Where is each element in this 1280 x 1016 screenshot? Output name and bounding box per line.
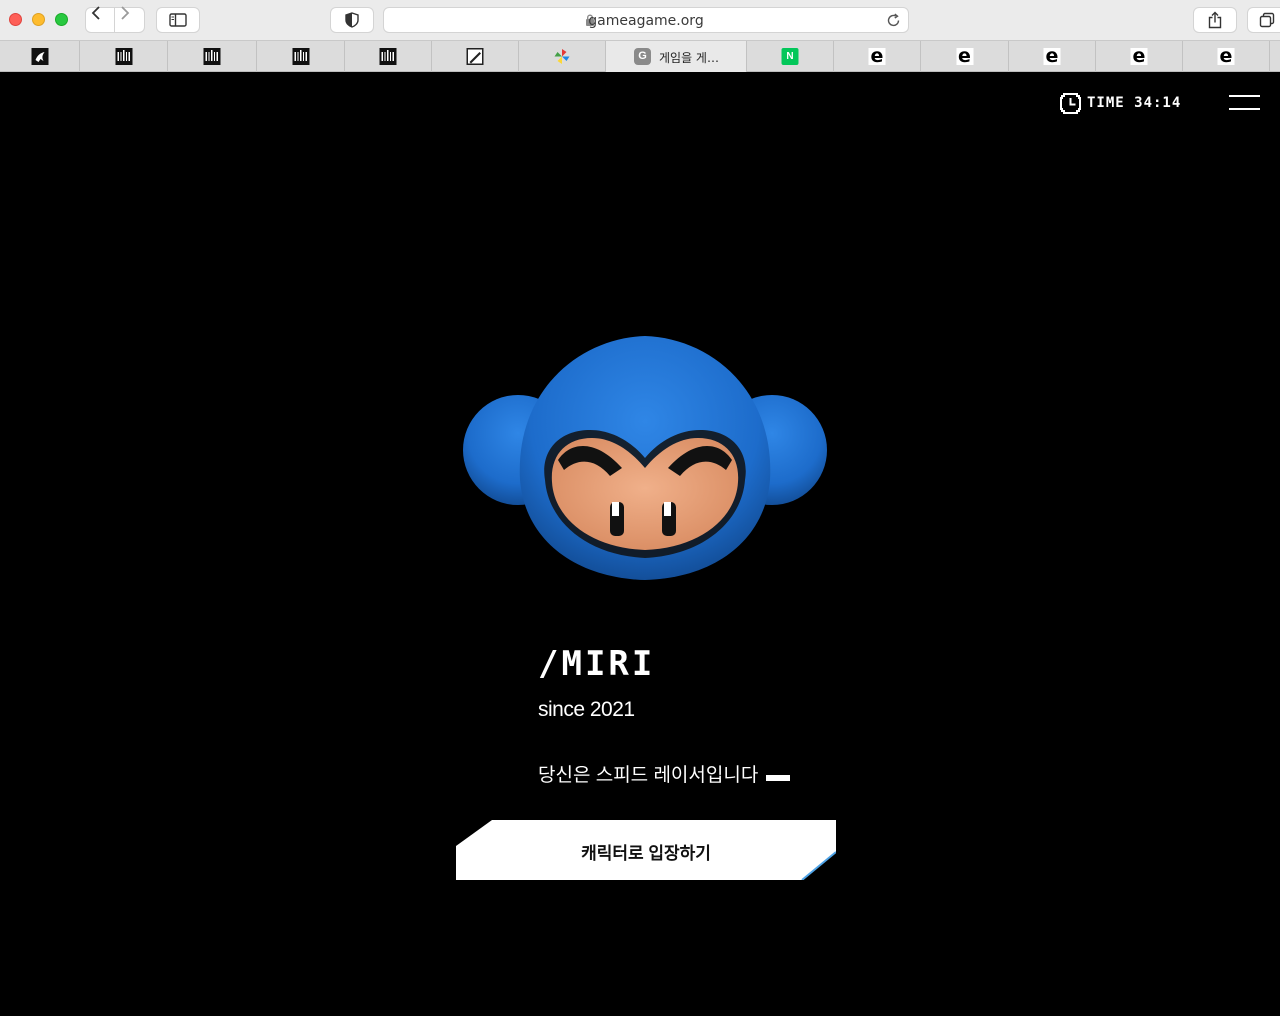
tab-9[interactable]: N <box>747 41 834 72</box>
barcode-favicon <box>292 48 309 65</box>
sidebar-toggle-button[interactable] <box>156 7 200 33</box>
menu-line-top <box>1229 95 1260 97</box>
address-bar[interactable]: gameagame.org <box>383 7 909 33</box>
sidebar-icon <box>169 13 187 27</box>
clock-icon <box>1060 92 1081 114</box>
minimize-window-button[interactable] <box>32 13 45 26</box>
tab-14[interactable]: e <box>1183 41 1270 72</box>
tab-3[interactable] <box>168 41 257 72</box>
tab-4[interactable] <box>257 41 345 72</box>
dark-bird-favicon <box>31 48 48 65</box>
tab-overview-button[interactable] <box>1247 7 1280 33</box>
tabs-icon <box>1259 12 1275 28</box>
tab-1[interactable] <box>0 41 80 72</box>
timer-text: TIME 34:14 <box>1087 95 1182 111</box>
enter-as-character-button[interactable]: 캐릭터로 입장하기 <box>456 820 836 880</box>
pinwheel-favicon <box>554 49 570 64</box>
naver-favicon: N <box>781 48 799 65</box>
chevron-right-icon <box>121 6 130 20</box>
session-timer: TIME 34:14 <box>1060 92 1181 114</box>
tab-12[interactable]: e <box>1009 41 1096 72</box>
browser-toolbar: gameagame.org <box>0 0 1280 40</box>
tab-10[interactable]: e <box>834 41 921 72</box>
share-button[interactable] <box>1193 7 1237 33</box>
e-favicon: e <box>1130 47 1148 66</box>
e-favicon: e <box>1217 47 1235 66</box>
navigation-buttons <box>85 6 145 33</box>
tab-5[interactable] <box>345 41 432 72</box>
description-text: 당신은 스피드 레이서입니다 <box>538 765 759 786</box>
e-favicon: e <box>1043 47 1061 66</box>
e-favicon: e <box>868 47 886 66</box>
tab-2[interactable] <box>80 41 168 72</box>
close-window-button[interactable] <box>9 13 22 26</box>
character-helmet-illustration <box>463 336 827 580</box>
fullscreen-window-button[interactable] <box>55 13 68 26</box>
privacy-report-button[interactable] <box>330 7 374 33</box>
menu-line-bottom <box>1229 108 1260 110</box>
hamburger-menu-button[interactable] <box>1229 95 1260 111</box>
chevron-left-icon <box>91 6 100 20</box>
character-description: 당신은 스피드 레이서입니다 <box>538 760 791 787</box>
g-favicon: G <box>634 48 651 65</box>
barcode-favicon <box>115 48 132 65</box>
page-content: TIME 34:14 /MIRI since 2021 당신은 스피드 레이서입… <box>0 72 1280 1016</box>
tab-8-active[interactable]: G 게임을 게… <box>606 41 747 72</box>
character-name: /MIRI <box>538 644 656 684</box>
forward-button[interactable] <box>116 6 145 32</box>
pen-favicon <box>466 48 484 65</box>
e-favicon: e <box>956 47 973 66</box>
back-button[interactable] <box>86 6 115 32</box>
url-text: gameagame.org <box>588 13 704 29</box>
share-icon <box>1208 11 1222 29</box>
character-since: since 2021 <box>538 698 635 721</box>
tab-13[interactable]: e <box>1096 41 1183 72</box>
barcode-favicon <box>203 48 221 65</box>
shield-icon <box>345 12 359 28</box>
barcode-favicon <box>379 48 397 65</box>
typing-cursor <box>766 775 791 781</box>
reload-icon[interactable] <box>886 13 901 28</box>
tab-bar: G 게임을 게… N e e e e e <box>0 40 1280 72</box>
tab-7[interactable] <box>519 41 606 72</box>
tab-title: 게임을 게… <box>659 51 719 65</box>
enter-button-label: 캐릭터로 입장하기 <box>581 844 711 863</box>
tab-6[interactable] <box>432 41 519 72</box>
tab-11[interactable]: e <box>921 41 1009 72</box>
